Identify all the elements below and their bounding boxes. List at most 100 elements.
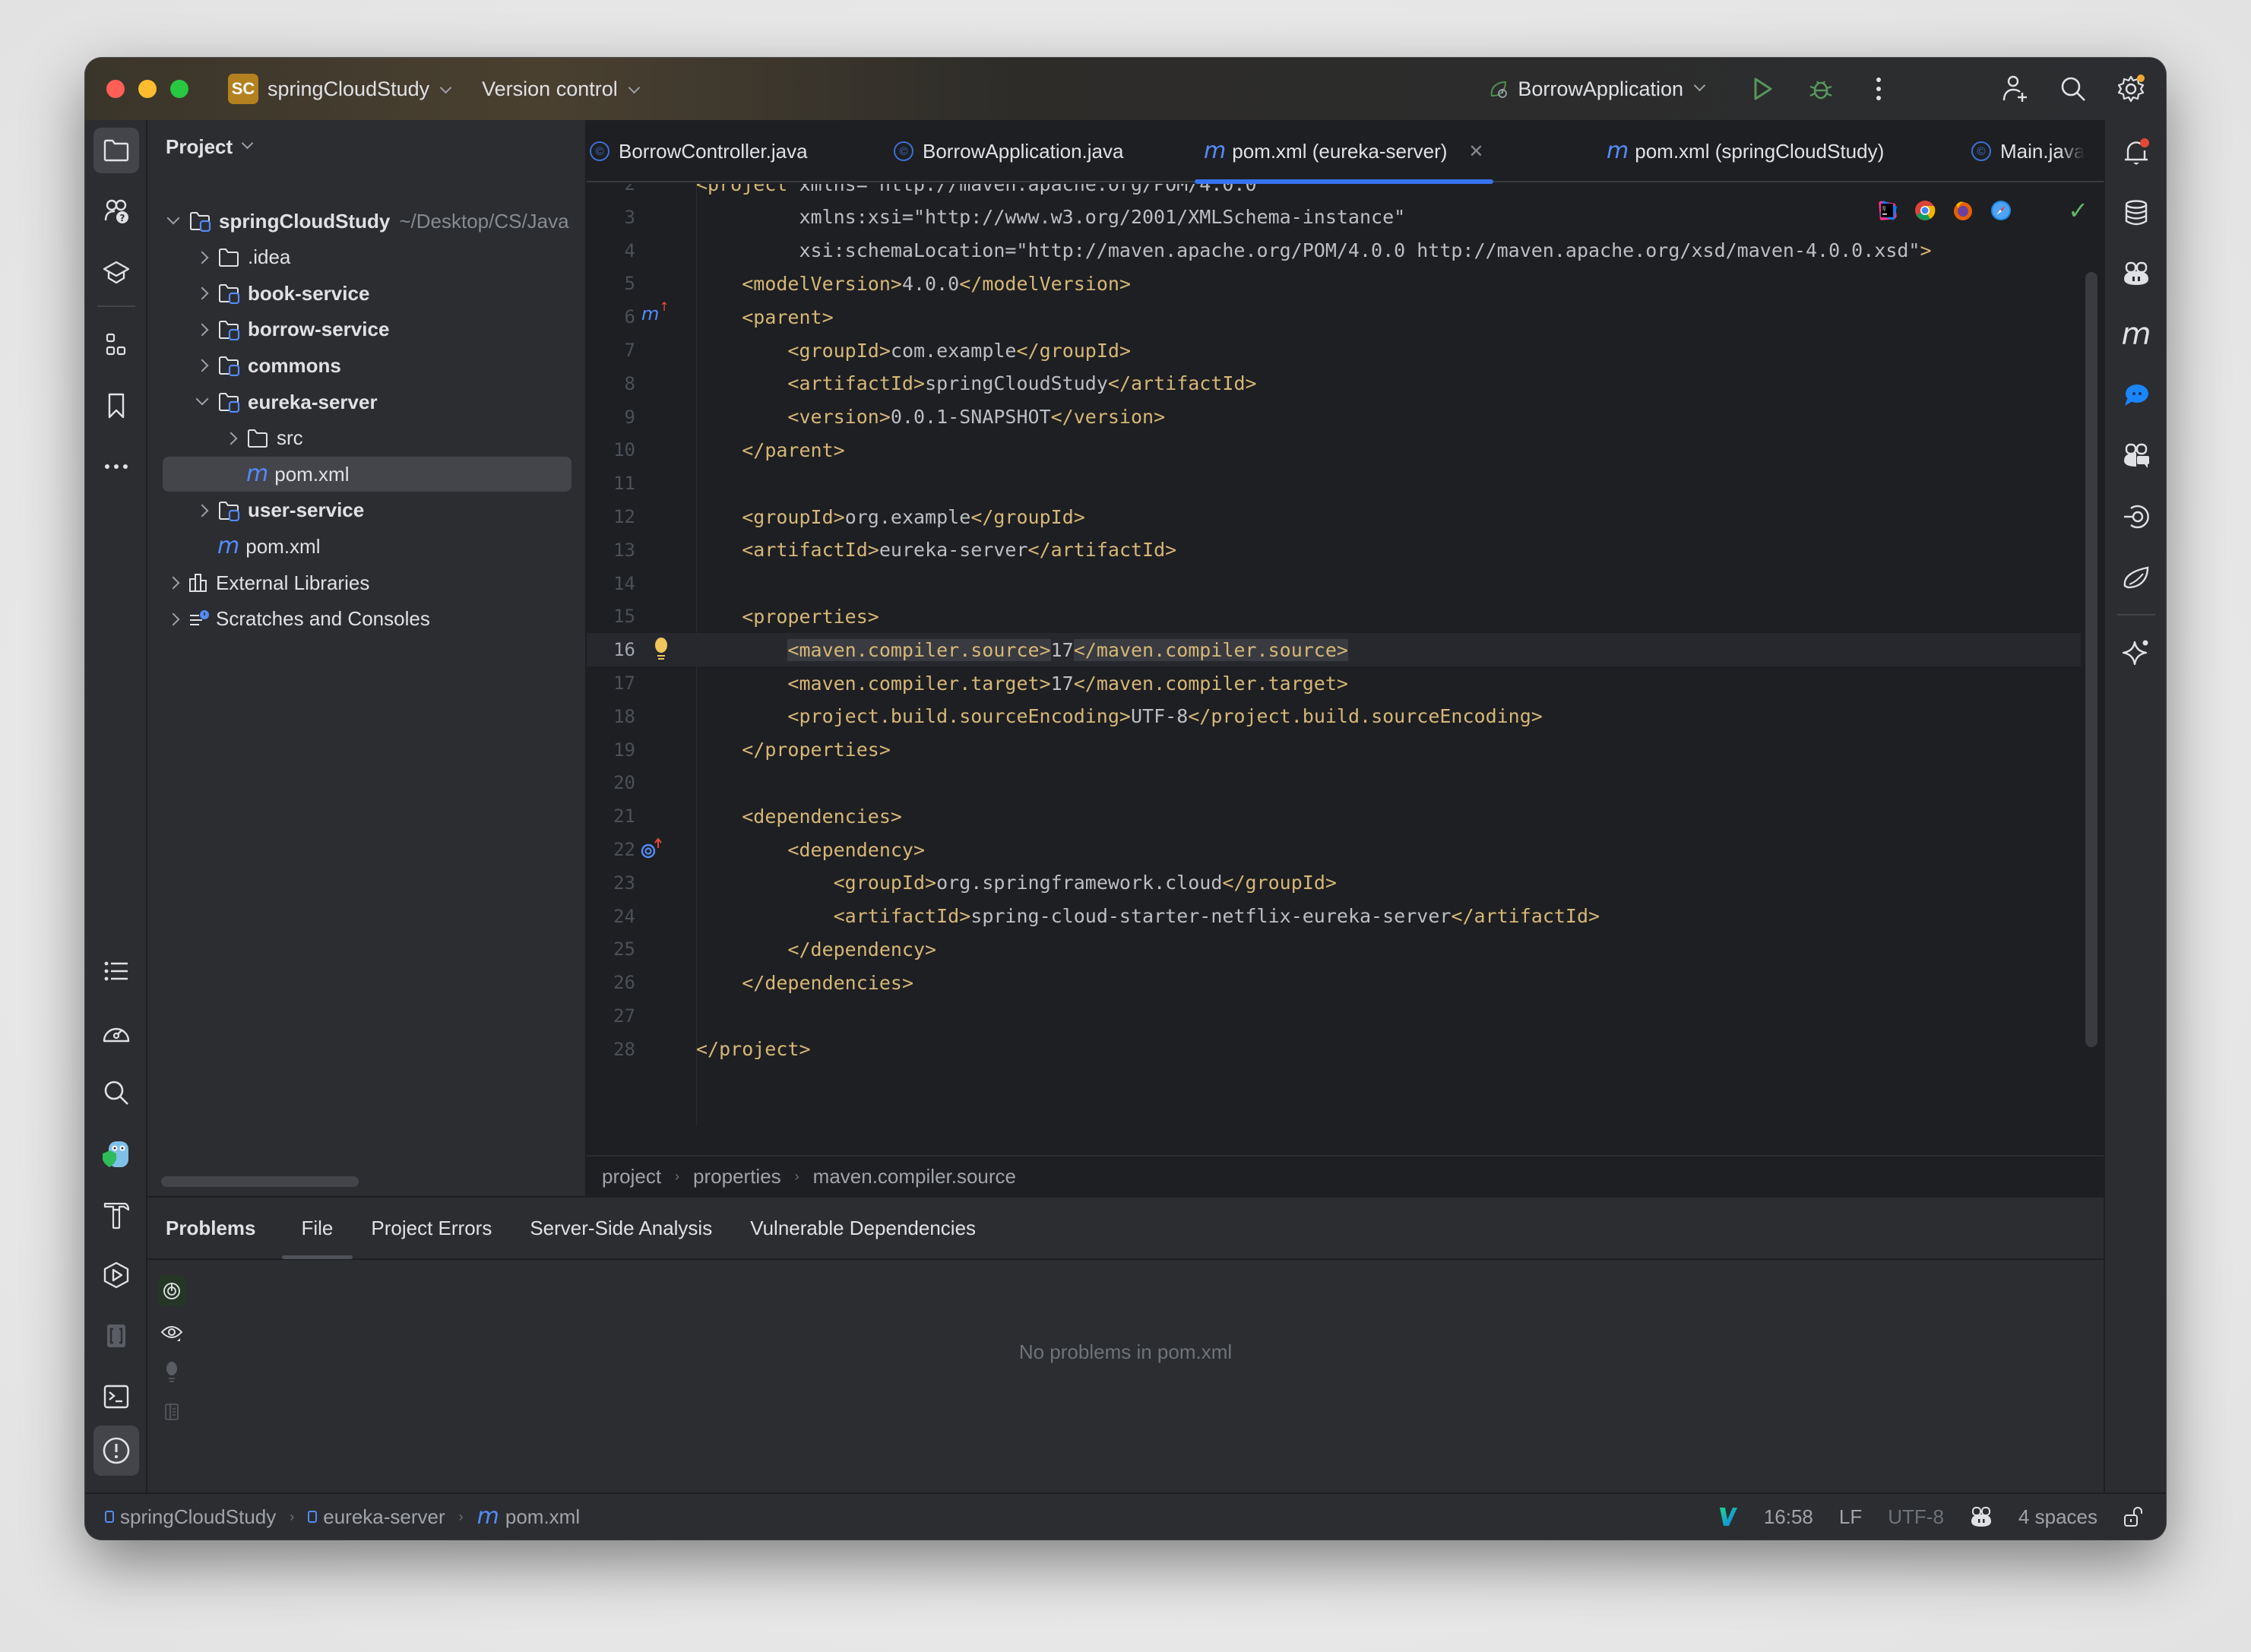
gutter[interactable] xyxy=(635,184,696,201)
gutter[interactable] xyxy=(635,433,696,467)
gutter[interactable] xyxy=(635,733,696,767)
dependency-gutter-icon[interactable] xyxy=(640,837,663,860)
tree-item[interactable]: eureka-server xyxy=(163,385,571,419)
tree-item[interactable]: m pom.xml xyxy=(163,529,571,564)
code-line[interactable]: 19 </properties> xyxy=(587,733,2081,767)
gutter[interactable] xyxy=(635,999,696,1033)
lightbulb-icon[interactable] xyxy=(654,638,669,662)
project-view-selector[interactable]: Project xyxy=(166,135,254,159)
bookmarks-tool-button[interactable] xyxy=(93,383,139,429)
problems-tool-button[interactable] xyxy=(93,1426,139,1476)
structure-tool-button[interactable] xyxy=(93,322,139,368)
more-actions-button[interactable] xyxy=(1862,72,1895,106)
gutter[interactable] xyxy=(635,234,696,267)
chevron-right-icon[interactable] xyxy=(224,432,238,445)
breadcrumb-project[interactable]: project xyxy=(602,1165,661,1188)
find-tool-button[interactable] xyxy=(93,1070,139,1116)
code-line[interactable]: 6 m↑ <parent> xyxy=(587,299,2081,334)
nav-module[interactable]: eureka-server xyxy=(323,1505,445,1529)
gutter[interactable] xyxy=(635,766,696,799)
gutter[interactable] xyxy=(635,600,696,633)
code-line[interactable]: 3 xmlns:xsi="http://www.w3.org/2001/XMLS… xyxy=(587,201,2081,234)
vertical-scrollbar[interactable] xyxy=(2085,272,2097,1047)
gutter[interactable] xyxy=(635,500,696,533)
file-encoding[interactable]: UTF-8 xyxy=(1888,1505,1944,1529)
code-line[interactable]: 24 <artifactId>spring-cloud-starter-netf… xyxy=(587,900,2081,933)
code-line[interactable]: 21 <dependencies> xyxy=(587,799,2081,833)
ai-assistant-tool-button[interactable] xyxy=(2113,629,2159,675)
code-line[interactable]: 10 </parent> xyxy=(587,433,2081,467)
dependencies-tool-button[interactable] xyxy=(93,1313,139,1359)
tab-pom-spring-cloud-study[interactable]: m pom.xml (springCloudStudy) xyxy=(1607,120,1884,182)
add-user-button[interactable] xyxy=(1999,72,2032,106)
code-line[interactable]: 11 xyxy=(587,467,2081,500)
tree-item[interactable]: m pom.xml xyxy=(163,457,571,492)
gutter[interactable] xyxy=(635,367,696,400)
code-line[interactable]: 16 <maven.compiler.source>17</maven.comp… xyxy=(587,633,2081,667)
indent-setting[interactable]: 4 spaces xyxy=(2018,1505,2097,1529)
services-tool-button[interactable] xyxy=(93,1252,139,1298)
code-line[interactable]: 15 <properties> xyxy=(587,600,2081,633)
firefox-icon[interactable] xyxy=(1952,199,1974,222)
close-window-button[interactable] xyxy=(106,80,125,98)
chevron-right-icon[interactable] xyxy=(195,251,209,264)
gutter[interactable]: m↑ xyxy=(635,299,696,334)
intellij-icon[interactable]: IJ xyxy=(1876,199,1898,222)
gutter[interactable] xyxy=(635,666,696,700)
breadcrumb-properties[interactable]: properties xyxy=(693,1165,781,1188)
code-line[interactable]: 25 </dependency> xyxy=(587,932,2081,966)
copilot-status-icon[interactable] xyxy=(1970,1506,1993,1527)
code-line[interactable]: 23 <groupId>org.springframework.cloud</g… xyxy=(587,866,2081,900)
line-separator[interactable]: LF xyxy=(1839,1505,1862,1529)
database-tool-button[interactable] xyxy=(2113,190,2159,236)
gutter[interactable] xyxy=(635,533,696,567)
gutter[interactable] xyxy=(635,700,696,733)
go-security-tool-button[interactable] xyxy=(93,1131,139,1176)
code-line[interactable]: 4 xsi:schemaLocation="http://maven.apach… xyxy=(587,234,2081,267)
chevron-right-icon[interactable] xyxy=(166,612,180,626)
todo-tool-button[interactable] xyxy=(93,948,139,994)
tree-item[interactable]: .idea xyxy=(163,240,571,275)
tab-file[interactable]: File xyxy=(281,1197,353,1259)
gutter[interactable] xyxy=(635,900,696,933)
vim-icon[interactable] xyxy=(1718,1506,1738,1527)
gutter[interactable] xyxy=(635,467,696,500)
code-line[interactable]: 26 </dependencies> xyxy=(587,966,2081,999)
auto-scan-toggle[interactable] xyxy=(158,1275,185,1305)
copilot-chat-tool-button[interactable] xyxy=(2113,433,2159,479)
run-configuration-selector[interactable]: BorrowApplication xyxy=(1487,78,1706,101)
gutter[interactable] xyxy=(635,799,696,833)
tree-item[interactable]: External Libraries xyxy=(163,565,571,600)
more-tool-windows-button[interactable] xyxy=(93,444,139,489)
project-switcher[interactable]: springCloudStudy xyxy=(268,78,452,101)
no-errors-check-icon[interactable]: ✓ xyxy=(2068,196,2088,225)
tree-item[interactable]: user-service xyxy=(163,493,571,528)
code-editor[interactable]: 2 <project xmlns="http://maven.apache.org… xyxy=(587,184,2081,1126)
chevron-down-icon[interactable] xyxy=(195,392,209,406)
code-line[interactable]: 2 <project xmlns="http://maven.apache.org… xyxy=(587,184,2081,201)
pull-requests-tool-button[interactable]: ? xyxy=(93,188,139,234)
code-line[interactable]: 12 <groupId>org.example</groupId> xyxy=(587,500,2081,533)
tree-item[interactable]: borrow-service xyxy=(163,312,571,347)
cursor-position[interactable]: 16:58 xyxy=(1764,1505,1813,1529)
code-line[interactable]: 18 <project.build.sourceEncoding>UTF-8</… xyxy=(587,700,2081,733)
copilot-tool-button[interactable] xyxy=(2113,251,2159,296)
profiler-tool-button[interactable] xyxy=(93,1009,139,1055)
maven-parent-icon[interactable]: m↑ xyxy=(641,299,670,324)
unlock-icon[interactable] xyxy=(2123,1505,2143,1528)
code-line[interactable]: 8 <artifactId>springCloudStudy</artifact… xyxy=(587,367,2081,400)
gutter[interactable] xyxy=(635,966,696,999)
notifications-button[interactable] xyxy=(2113,129,2159,175)
nav-file[interactable]: pom.xml xyxy=(505,1505,580,1529)
run-button[interactable] xyxy=(1746,72,1780,106)
gutter[interactable] xyxy=(635,932,696,966)
chevron-right-icon[interactable] xyxy=(195,323,209,337)
project-tool-button[interactable] xyxy=(93,128,139,173)
code-line[interactable]: 17 <maven.compiler.target>17</maven.comp… xyxy=(587,666,2081,700)
chat-tool-button[interactable] xyxy=(2113,372,2159,418)
gutter[interactable] xyxy=(635,633,696,666)
gutter[interactable] xyxy=(635,1033,696,1066)
learn-tool-button[interactable] xyxy=(93,249,139,295)
tab-borrow-application[interactable]: © BorrowApplication.java xyxy=(894,120,1123,182)
settings-button[interactable] xyxy=(2114,72,2148,106)
